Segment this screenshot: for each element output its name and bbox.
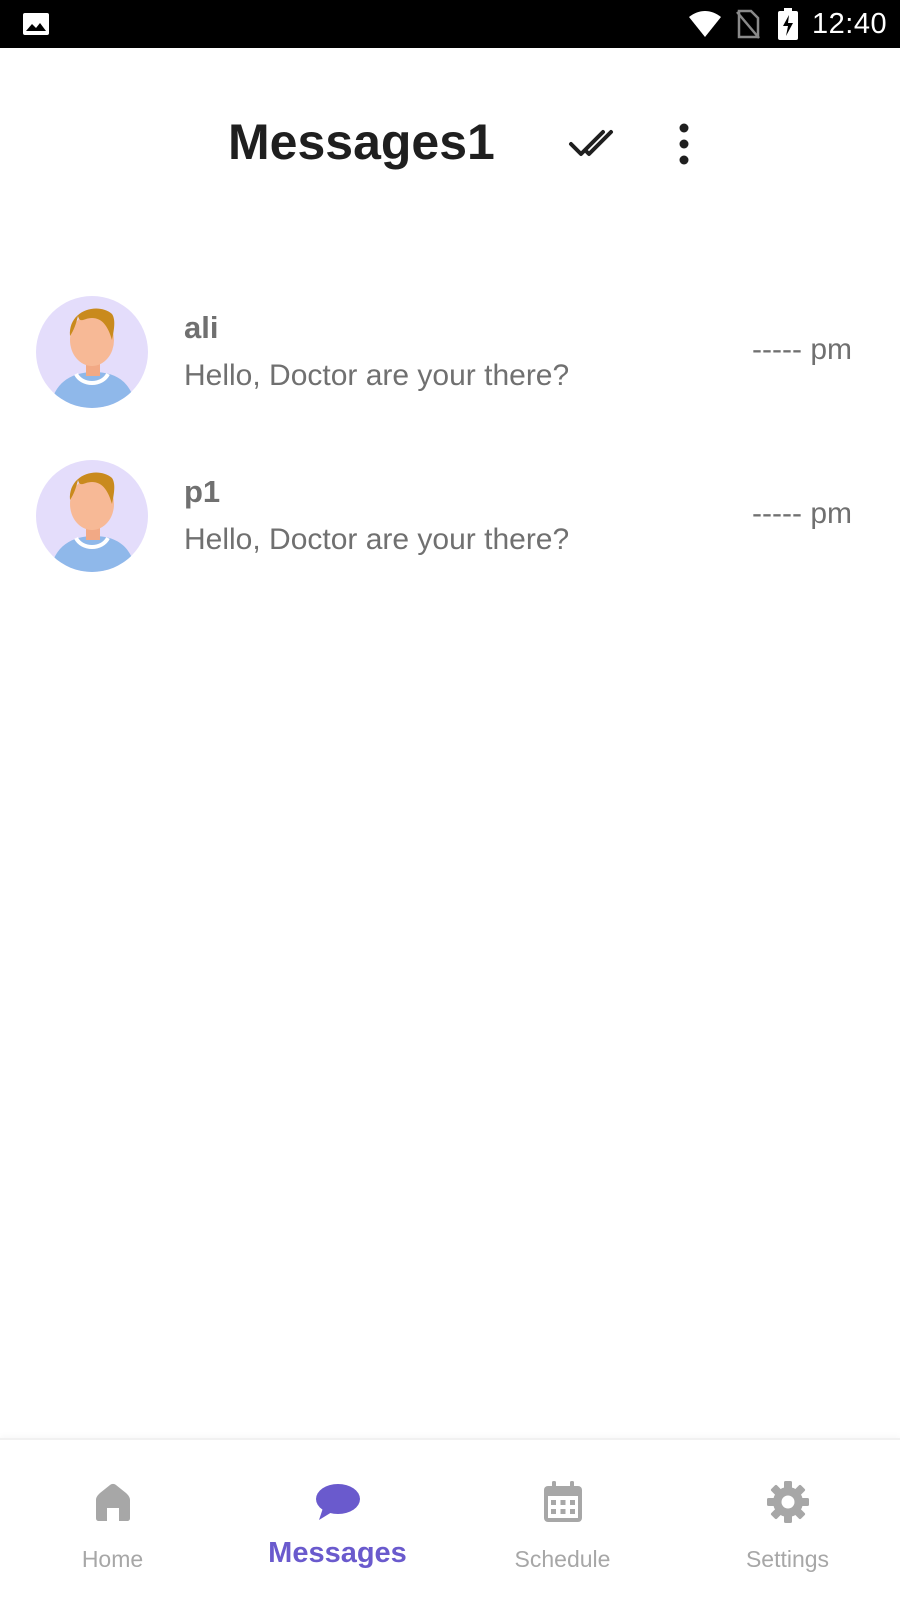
no-sim-icon xyxy=(736,9,760,39)
gallery-icon xyxy=(23,13,49,35)
mark-all-read-button[interactable] xyxy=(566,122,622,166)
page-title: Messages1 xyxy=(228,114,495,170)
wifi-icon xyxy=(689,11,721,37)
chat-timestamp: ----- pm xyxy=(752,497,852,530)
nav-item-schedule[interactable]: Schedule xyxy=(450,1440,675,1602)
chat-timestamp: ----- pm xyxy=(752,333,852,366)
chat-message-preview: Hello, Doctor are your there? xyxy=(184,523,570,556)
gear-icon xyxy=(766,1481,809,1523)
nav-item-settings[interactable]: Settings xyxy=(675,1440,900,1602)
nav-label-settings: Settings xyxy=(745,1546,830,1572)
nav-label-schedule: Schedule xyxy=(514,1546,611,1572)
chat-contact-name: ali xyxy=(184,310,219,345)
nav-item-home[interactable]: Home xyxy=(0,1440,225,1602)
chat-bubble-icon xyxy=(315,1484,360,1520)
nav-label-messages: Messages xyxy=(268,1537,407,1569)
battery-charging-icon xyxy=(778,8,798,40)
avatar xyxy=(36,296,148,408)
status-bar: 12:40 xyxy=(0,0,900,48)
chat-message-preview: Hello, Doctor are your there? xyxy=(184,359,570,392)
chat-list-item[interactable]: ali Hello, Doctor are your there? ----- … xyxy=(0,282,900,422)
nav-label-home: Home xyxy=(81,1546,144,1572)
more-options-button[interactable] xyxy=(664,120,704,168)
user-avatar-icon xyxy=(36,460,148,572)
nav-item-messages[interactable]: Messages xyxy=(225,1440,450,1602)
calendar-icon xyxy=(543,1481,582,1522)
bottom-navigation: Home Messages Schedule Settings xyxy=(0,1438,900,1602)
avatar xyxy=(36,460,148,572)
home-icon xyxy=(95,1483,130,1521)
more-vertical-icon xyxy=(679,123,689,165)
user-avatar-icon xyxy=(36,296,148,408)
status-clock: 12:40 xyxy=(812,8,888,40)
chat-list-item[interactable]: p1 Hello, Doctor are your there? ----- p… xyxy=(0,446,900,586)
chat-contact-name: p1 xyxy=(184,474,221,509)
double-check-icon xyxy=(569,130,613,156)
